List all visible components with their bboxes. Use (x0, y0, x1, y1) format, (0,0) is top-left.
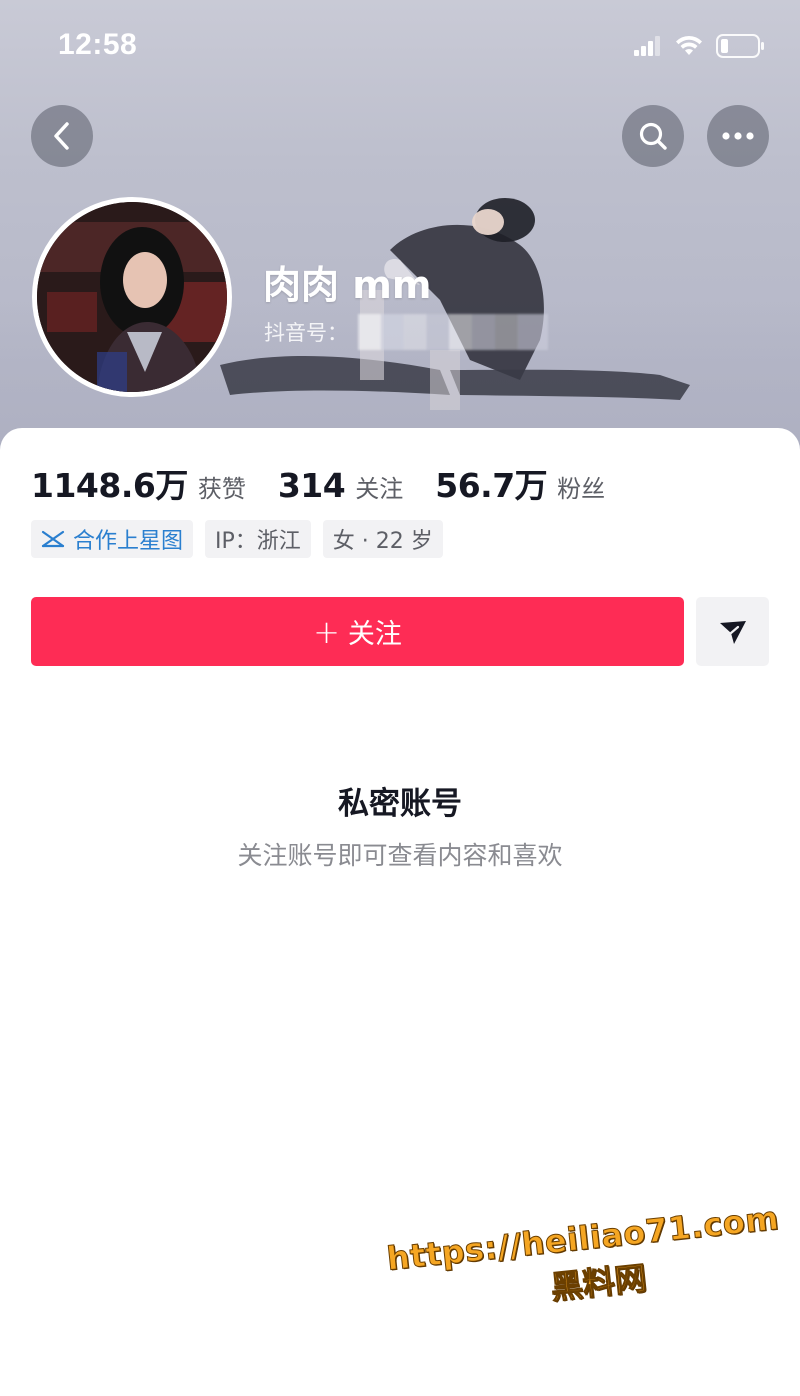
back-button[interactable] (31, 105, 93, 167)
avatar-photo (37, 202, 227, 392)
stat-following-label: 关注 (355, 475, 404, 503)
tags-row: 合作上星图 IP：浙江 女 · 22 岁 (31, 520, 443, 558)
wifi-icon (676, 35, 702, 55)
avatar[interactable] (32, 197, 232, 397)
cover-dancer-image (220, 198, 690, 410)
more-button[interactable] (707, 105, 769, 167)
battery-icon (716, 34, 764, 58)
tag-gender-age: 女 · 22 岁 (322, 520, 443, 558)
stat-followers[interactable]: 56.7万 粉丝 (435, 459, 605, 507)
plus-icon: + (313, 612, 340, 651)
douyin-id[interactable]: 抖音号： (264, 314, 548, 350)
chevron-left-icon (54, 122, 69, 150)
star-map-icon (41, 530, 65, 548)
douyin-id-mosaic (358, 314, 548, 350)
follow-button-label: 关注 (347, 619, 402, 650)
stat-followers-label: 粉丝 (557, 475, 606, 503)
tag-ip: IP：浙江 (205, 520, 311, 558)
stat-likes[interactable]: 1148.6万 获赞 (31, 459, 246, 507)
douyin-id-label: 抖音号： (264, 321, 348, 345)
status-bar: 12:58 (0, 0, 800, 96)
stat-following-value: 314 (277, 466, 346, 505)
follow-button[interactable]: + 关注 (31, 597, 684, 666)
stat-likes-label: 获赞 (197, 475, 246, 503)
stat-following[interactable]: 314 关注 (278, 466, 403, 505)
tag-star-label: 合作上星图 (73, 529, 184, 554)
stat-likes-value: 1148.6万 (31, 466, 188, 505)
stat-followers-value: 56.7万 (435, 466, 548, 505)
search-icon (639, 122, 667, 150)
tag-star-cooperation[interactable]: 合作上星图 (31, 520, 194, 558)
private-account-title: 私密账号 (338, 786, 462, 822)
private-account-subtitle: 关注账号即可查看内容和喜欢 (237, 841, 563, 870)
status-icons (634, 34, 766, 58)
stats-row: 1148.6万 获赞 314 关注 56.7万 粉丝 (31, 459, 637, 507)
search-button[interactable] (622, 105, 684, 167)
send-icon (719, 620, 746, 644)
share-button[interactable] (696, 597, 769, 666)
more-dots-icon (722, 132, 754, 140)
profile-nickname: 肉肉 mm (263, 263, 432, 307)
status-time: 12:58 (58, 28, 138, 61)
signal-icon (634, 36, 660, 56)
